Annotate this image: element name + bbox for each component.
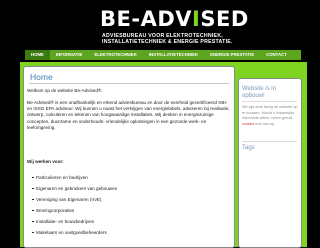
list-item: Installatie- en bouwbedrijven: [32, 216, 117, 227]
list-item: Vereniging van Eigenaren (VvE): [32, 194, 117, 205]
logo-subtitle: ADVIESBUREAU VOOR ELEKTROTECHNIEK, INSTA…: [102, 33, 233, 45]
sidebar-divider: [242, 101, 297, 102]
logo-subtitle-line2: INSTALLATIETECHNIEK & ENERGIE PRESTATIE.: [102, 39, 233, 45]
client-list: Particulieren en bedrijven Eigenaren en …: [32, 172, 117, 238]
nav-item-elektrotechniek[interactable]: ELEKTROTECHNIEK: [88, 50, 143, 60]
list-item: Particulieren en bedrijven: [32, 172, 117, 183]
nav-item-installatietechniek[interactable]: INSTALLATIETECHNIEK: [143, 50, 204, 60]
nav-item-home[interactable]: HOME: [25, 50, 50, 60]
main-content: Home Welkom op de website Be-Advised®. B…: [23, 66, 235, 248]
site-logo[interactable]: BE-ADVISED ADVIESBUREAU VOOR ELEKTROTECH…: [0, 0, 320, 48]
list-item: Makelaars en vastgoedbeheerders: [32, 227, 117, 238]
list-item: Eigenaren en gebruikers van gebouwen: [32, 183, 117, 194]
intro-text: Welkom op de website Be-Advised®.: [27, 88, 103, 93]
logo-title-part: BE-ADV: [100, 7, 193, 31]
tags-title: Tags: [242, 145, 255, 151]
list-heading: Wij werken voor:: [27, 159, 64, 164]
logo-title: BE-ADVISED: [100, 7, 249, 31]
nav-item-contact[interactable]: CONTACT: [260, 50, 293, 60]
title-divider: [29, 83, 229, 84]
main-nav: HOME INFORMATIE ELEKTROTECHNIEK INSTALLA…: [25, 50, 301, 60]
sidebar-text-after: met ons op.: [254, 121, 276, 126]
sidebar: Website is in opbouw! We zijn druk bezig…: [238, 78, 302, 248]
nav-item-informatie[interactable]: INFORMATIE: [50, 50, 88, 60]
body-text: Be-Advised® is een onafhankelijk en erke…: [27, 100, 230, 130]
list-item: Woningcorporaties: [32, 205, 117, 216]
nav-item-energie-prestatie[interactable]: ENERGIE PRESTATIE: [204, 50, 260, 60]
sidebar-text: We zijn druk bezig de website op te bouw…: [242, 105, 298, 127]
sidebar-title: Website is in opbouw!: [242, 86, 276, 99]
page-title: Home: [30, 72, 53, 82]
sidebar-text-before: We zijn druk bezig de website op te bouw…: [242, 105, 298, 121]
sidebar-divider: [242, 141, 297, 142]
logo-title-end: SED: [200, 7, 249, 31]
contact-link[interactable]: contact: [242, 122, 254, 126]
